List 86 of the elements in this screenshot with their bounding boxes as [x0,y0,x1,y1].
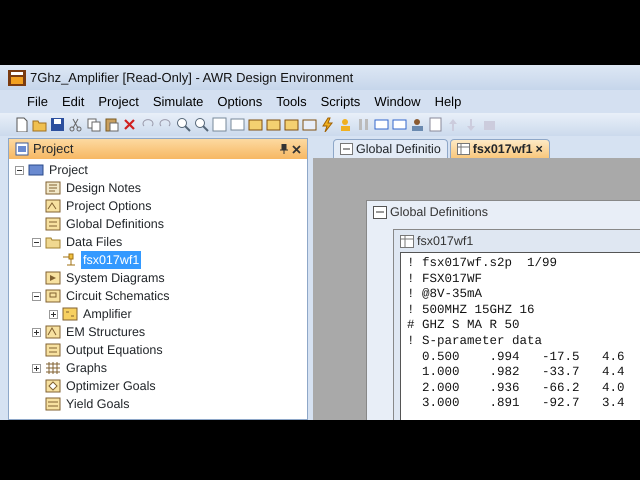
menu-item[interactable]: Edit [54,92,92,112]
paste-icon[interactable] [104,117,119,132]
text-line: ! 500MHZ 15GHZ 16 [407,302,536,318]
text-line: 1.000 .982 -33.7 4.4 [421,365,626,381]
panel-title: Project [33,140,74,158]
schematic-icon [62,306,78,322]
window-title: fsx017wf1 [417,232,474,250]
schematic-icon[interactable] [266,117,281,132]
pin-icon[interactable] [280,144,288,154]
grid-icon [45,360,61,376]
list-icon [45,396,61,412]
tree-item[interactable]: Global Definitions [64,214,166,234]
menu-item[interactable]: Tools [269,92,314,112]
tree-item[interactable]: System Diagrams [64,268,167,288]
tree-item[interactable]: Yield Goals [64,394,132,414]
tree-item[interactable]: Output Equations [64,340,165,360]
text-line: ! fsx017wf.s2p 1/99 [407,256,558,272]
schematic-icon [45,288,61,304]
menu-item[interactable]: Simulate [146,92,210,112]
data-file-icon [62,252,78,268]
save-icon[interactable] [50,117,65,132]
window-icon[interactable] [392,117,407,132]
schematic-icon[interactable] [302,117,317,132]
tree-item[interactable]: Project [47,160,90,180]
menu-item[interactable]: Scripts [314,92,368,112]
expand-icon[interactable] [32,364,41,372]
equation-icon [340,143,353,155]
close-icon[interactable] [292,144,301,154]
document-tab[interactable]: fsx017wf1 × [450,139,550,158]
menu-item[interactable]: File [20,92,55,112]
text-line: 0.500 .994 -17.5 4.6 [421,350,626,366]
diamond-icon [45,378,61,394]
structure-icon [45,324,61,340]
new-file-icon[interactable] [14,117,29,132]
text-line: ! FSX017WF [407,272,484,288]
collapse-icon[interactable] [32,292,41,300]
user-icon[interactable] [410,117,425,132]
project-icon [15,142,29,156]
tab-label: fsx017wf1 [472,140,533,158]
window-icon[interactable] [230,117,245,132]
tab-label: Global Definitio [356,140,441,158]
tree-item[interactable]: Design Notes [64,178,144,198]
chart-icon [45,198,61,214]
text-line: 2.000 .936 -66.2 4.0 [421,380,626,396]
expand-icon[interactable] [49,310,58,318]
notes-icon [45,180,61,196]
text-line: ! S-parameter data [407,334,544,350]
tree-item[interactable]: EM Structures [64,322,148,342]
equation-icon [45,216,61,232]
schematic-icon[interactable] [248,117,263,132]
tree-item[interactable]: Project Options [64,196,154,216]
document-tab[interactable]: Global Definitio [333,139,448,158]
cut-icon[interactable] [68,117,83,132]
collapse-icon[interactable] [32,238,41,246]
text-line: 3.000 .891 -92.7 3.4 [421,396,626,412]
text-line: # GHZ S MA R 50 [407,318,521,334]
window-icon[interactable] [374,117,389,132]
copy-icon[interactable] [86,117,101,132]
text-line: ! @8V-35mA [407,287,484,303]
tree-item[interactable]: Graphs [64,358,109,378]
tree-item[interactable]: Optimizer Goals [64,376,158,396]
zoom-in-icon[interactable] [176,117,191,132]
menu-item[interactable]: Help [428,92,468,112]
lightning-icon[interactable] [320,117,335,132]
menu-item[interactable]: Window [367,92,428,112]
project-icon [28,162,44,178]
grid-icon [400,234,414,248]
grid-icon [456,143,470,155]
schematic-icon[interactable] [284,117,299,132]
menu-item[interactable]: Project [91,92,146,112]
equation-icon [373,206,387,218]
window-title: 7Ghz_Amplifier [Read-Only] - AWR Design Environment [30,68,354,87]
expand-icon[interactable] [32,328,41,336]
app-icon [8,70,26,86]
window-title: Global Definitions [390,204,488,221]
equation-icon [45,342,61,358]
play-icon [45,270,61,286]
collapse-icon[interactable] [15,166,24,174]
zoom-out-icon[interactable] [194,117,209,132]
tree-item[interactable]: Data Files [64,232,124,252]
menu-item[interactable]: Options [210,92,270,112]
delete-icon[interactable] [122,117,137,132]
tree-item[interactable]: Circuit Schematics [64,286,172,306]
tree-item[interactable]: Amplifier [81,304,134,324]
close-button[interactable]: × [536,140,543,158]
document-icon[interactable] [428,117,443,132]
